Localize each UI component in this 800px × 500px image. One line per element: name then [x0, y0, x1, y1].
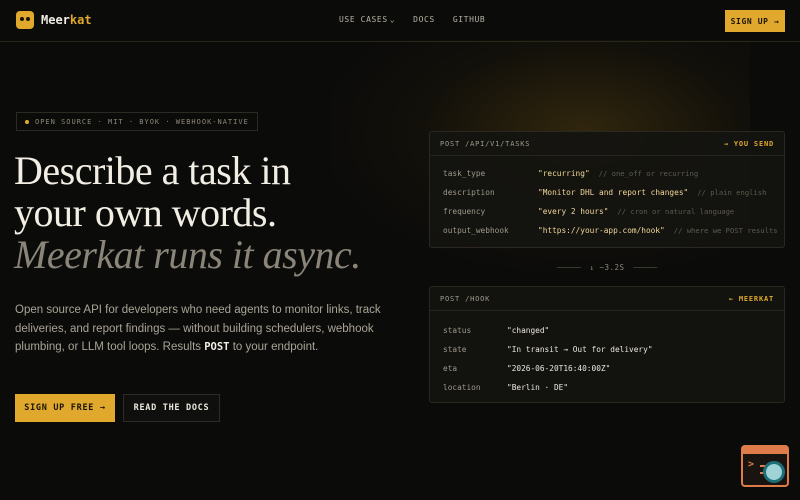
connector-line: [632, 266, 657, 268]
response-panel-header: POST /HOOK ← MEERKAT: [430, 287, 784, 311]
hero-description: Open source API for developers who need …: [15, 304, 381, 353]
request-panel-header: POST /API/V1/TASKS → YOU SEND: [430, 132, 784, 156]
request-fields: task_type "recurring"// one_off or recurr…: [430, 156, 784, 240]
response-row: location "Berlin · DE": [443, 383, 569, 392]
read-docs-button[interactable]: READ THE DOCS: [123, 394, 220, 422]
nav-sign-up-button[interactable]: SIGN UP →: [725, 10, 785, 32]
request-panel-tag: → YOU SEND: [723, 139, 774, 148]
widget-title-bar: [743, 447, 787, 454]
response-panel-tag: ← MEERKAT: [728, 294, 774, 303]
request-row: description "Monitor DHL and report chang…: [443, 188, 767, 197]
hero-title-line-1: Describe a task in: [14, 148, 291, 193]
response-row: status "changed": [443, 326, 550, 335]
response-panel-title: POST /HOOK: [440, 294, 491, 303]
prompt-chevron-icon: >: [748, 459, 755, 470]
latency-label: ↓ ~3.2S: [589, 262, 625, 272]
status-dot-icon: [25, 119, 29, 124]
nav-link-docs[interactable]: DOCS: [413, 15, 435, 24]
request-panel: POST /API/V1/TASKS → YOU SEND task_type "…: [429, 131, 785, 248]
nav-link-use-cases[interactable]: USE CASES ⌄: [339, 15, 395, 24]
feature-pill: OPEN SOURCE · MIT · BYOK · WEBHOOK-NATIV…: [16, 112, 258, 131]
brand[interactable]: Meerkat: [16, 11, 92, 29]
brand-name: Meerkat: [41, 13, 92, 27]
latency-connector: ↓ ~3.2S: [429, 262, 785, 272]
connector-line: [557, 266, 582, 268]
response-row: state "In transit → Out for delivery": [443, 345, 653, 354]
response-fields: status "changed" state "In transit → Out f…: [430, 311, 784, 397]
sign-up-free-button[interactable]: SIGN UP FREE →: [15, 394, 115, 422]
terminal-search-icon[interactable]: >: [741, 445, 789, 487]
feature-pill-text: OPEN SOURCE · MIT · BYOK · WEBHOOK-NATIV…: [35, 117, 249, 126]
chevron-down-icon: ⌄: [389, 15, 396, 24]
response-row: eta "2026-06-20T16:40:00Z": [443, 364, 611, 373]
meerkat-logo-icon: [16, 11, 34, 29]
request-row: frequency "every 2 hours"// cron or natur…: [443, 207, 735, 216]
request-row: task_type "recurring"// one_off or recurr…: [443, 169, 699, 178]
request-panel-title: POST /API/V1/TASKS: [440, 139, 531, 148]
magnifier-icon: [763, 461, 785, 483]
hero-title-line-3: Meerkat runs it async.: [14, 232, 361, 277]
hero-title-line-2: your own words.: [14, 190, 277, 235]
nav-links: USE CASES ⌄ DOCS GITHUB: [339, 15, 485, 24]
post-highlight: POST: [204, 341, 230, 353]
nav-link-github[interactable]: GITHUB: [453, 15, 486, 24]
request-row: output_webhook "https://your-app.com/hook…: [443, 226, 778, 235]
top-nav: Meerkat USE CASES ⌄ DOCS GITHUB SIGN UP →: [0, 0, 800, 42]
response-panel: POST /HOOK ← MEERKAT status "changed" sta…: [429, 286, 785, 403]
hero-title: Describe a task in your own words. Meerk…: [14, 150, 394, 276]
